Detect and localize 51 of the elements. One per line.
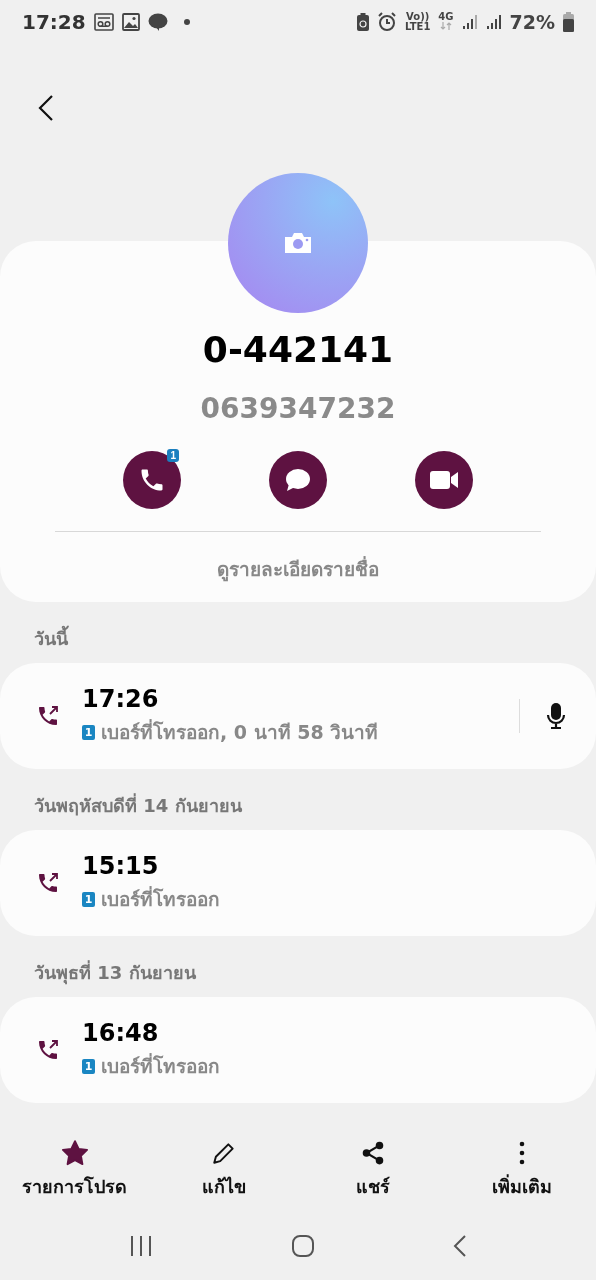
call-detail: เบอร์ที่โทรออก bbox=[101, 1052, 220, 1079]
outgoing-call-icon bbox=[36, 1038, 60, 1062]
date-header: วันพุธที่ 13 กันยายน bbox=[34, 959, 197, 987]
call-log-item[interactable]: 17:26 1 เบอร์ที่โทรออก, 0 นาที 58 วินาที bbox=[0, 663, 596, 769]
call-time: 16:48 bbox=[82, 1019, 160, 1047]
microphone-icon[interactable] bbox=[546, 702, 566, 730]
volte-label: Vo)) LTE1 bbox=[405, 12, 431, 32]
chat-bubble-icon bbox=[147, 12, 168, 32]
sim-badge: 1 bbox=[82, 891, 95, 907]
phone-number: 0639347232 bbox=[200, 392, 396, 425]
more-button[interactable]: เพิ่มเติม bbox=[447, 1130, 596, 1212]
signal-icon bbox=[461, 14, 478, 30]
video-call-button[interactable] bbox=[415, 451, 473, 509]
data-arrows-icon bbox=[439, 22, 452, 30]
date-header: วันนี้ bbox=[34, 624, 596, 653]
call-log-item[interactable]: 16:48 1 เบอร์ที่โทรออก bbox=[0, 997, 596, 1103]
sim-badge: 1 bbox=[82, 724, 95, 740]
chat-bubble-icon bbox=[284, 467, 312, 493]
call-log-item[interactable]: 15:15 1 เบอร์ที่โทรออก bbox=[0, 830, 596, 936]
battery-saver-icon bbox=[357, 13, 369, 31]
voicemail-icon bbox=[93, 13, 114, 31]
chevron-left-icon bbox=[38, 94, 54, 122]
message-button[interactable] bbox=[269, 451, 327, 509]
contact-name: 0-442141 bbox=[202, 329, 394, 370]
outgoing-call-icon bbox=[36, 704, 60, 728]
call-detail: เบอร์ที่โทรออก bbox=[101, 885, 220, 912]
date-header: วันพฤหัสบดีที่ 14 กันยายน bbox=[34, 792, 243, 818]
sim-badge: 1 bbox=[82, 1058, 95, 1074]
network-label: 4G bbox=[438, 12, 454, 32]
favorite-button[interactable]: รายการโปรด bbox=[0, 1130, 149, 1212]
recent-apps-icon bbox=[129, 1235, 153, 1257]
share-button[interactable]: แชร์ bbox=[298, 1130, 447, 1212]
signal-icon bbox=[485, 14, 502, 30]
alarm-icon bbox=[377, 12, 397, 32]
battery-percent: 72% bbox=[509, 11, 555, 33]
camera-icon bbox=[283, 231, 313, 255]
chevron-left-icon bbox=[453, 1234, 467, 1258]
call-detail: เบอร์ที่โทรออก, 0 นาที 58 วินาที bbox=[101, 718, 379, 745]
sim-badge: 1 bbox=[167, 449, 179, 462]
call-time: 17:26 bbox=[82, 685, 160, 713]
battery-icon bbox=[563, 12, 574, 32]
call-time: 15:15 bbox=[82, 852, 160, 880]
edit-button[interactable]: แก้ไข bbox=[149, 1130, 298, 1212]
home-icon bbox=[291, 1234, 315, 1258]
status-time: 17:28 bbox=[22, 10, 86, 34]
dot-icon bbox=[183, 19, 190, 25]
image-icon bbox=[121, 13, 140, 31]
call-button[interactable]: 1 bbox=[123, 451, 181, 509]
pencil-icon bbox=[210, 1140, 237, 1166]
outgoing-call-icon bbox=[36, 871, 60, 895]
video-camera-icon bbox=[428, 468, 460, 492]
